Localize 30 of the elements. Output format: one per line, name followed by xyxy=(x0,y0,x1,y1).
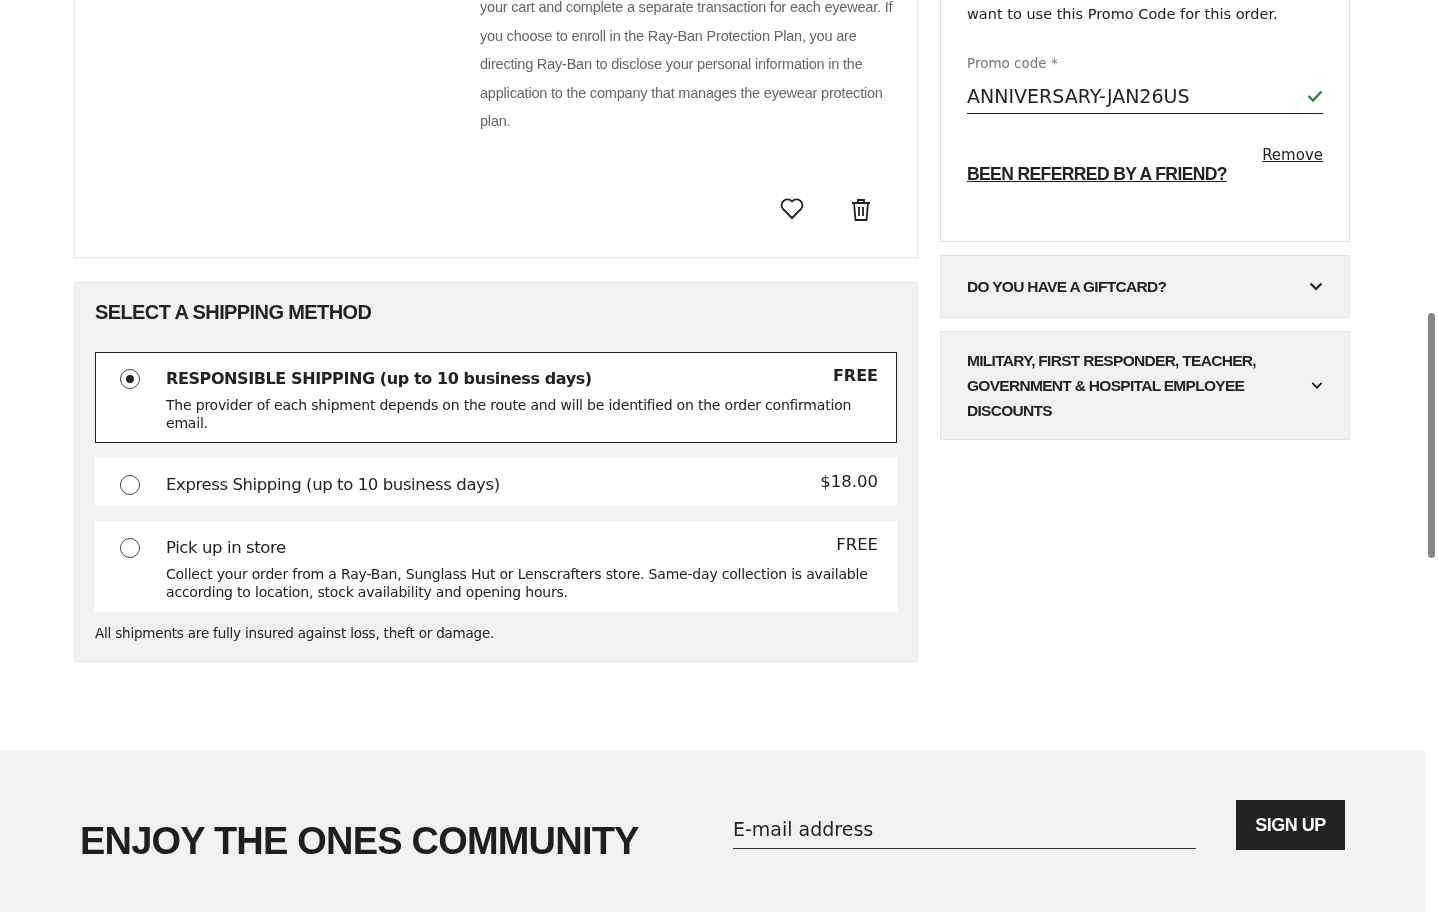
option-price: FREE xyxy=(832,366,878,387)
radio-button[interactable] xyxy=(120,538,140,558)
sign-up-button[interactable]: SIGN UP xyxy=(1236,800,1345,850)
option-price: $18.00 xyxy=(820,472,878,493)
option-description: The provider of each shipment depends on the route and will be identified on the order confirmation email. xyxy=(166,396,853,432)
accordion-header[interactable]: DO YOU HAVE A GIFTCARD? xyxy=(940,255,1350,318)
radio-button[interactable] xyxy=(120,369,140,389)
shipping-note: All shipments are fully insured against loss, theft or damage. xyxy=(95,625,496,641)
option-price: FREE xyxy=(836,535,878,556)
field-label: Promo code * xyxy=(967,55,1059,71)
remove-link[interactable]: Remove xyxy=(1262,146,1323,164)
promo-code-field[interactable]: ANNIVERSARY-JAN26US xyxy=(967,77,1323,114)
heart-icon[interactable] xyxy=(780,198,804,220)
shipping-option[interactable]: Pick up in store FREE Collect your order from a Ray-Ban, Sunglass Hut or Lenscrafters store. Same-day collection is available according to location, stock availability and opening hours. xyxy=(95,521,897,612)
accordion-header[interactable]: MILITARY, FIRST RESPONDER, TEACHER, GOVERNMENT & HOSPITAL EMPLOYEE DISCOUNTS xyxy=(940,331,1350,440)
radio-button[interactable] xyxy=(120,475,140,495)
promo-note: want to use this Promo Code for this order. xyxy=(967,6,1279,22)
trash-icon[interactable] xyxy=(850,198,872,222)
referral-link[interactable]: BEEN REFERRED BY A FRIEND? xyxy=(967,164,1227,185)
shipping-option[interactable]: RESPONSIBLE SHIPPING (up to 10 business days) FREE The provider of each shipment depends on the route and will be identified on the order confirmation email. xyxy=(95,352,897,443)
option-label: Express Shipping (up to 10 business days) xyxy=(166,475,500,494)
disclaimer-text: your cart and complete a separate transaction for each eyewear. If you choose to enroll in the Ray-Ban Protection Plan, you are directing Ray-Ban to disclose your personal information in the application to the company that manages the eyewear protection plan. xyxy=(480,0,894,131)
option-label: RESPONSIBLE SHIPPING (up to 10 business days) xyxy=(166,369,592,388)
email-field[interactable]: E-mail address xyxy=(733,810,1196,849)
section-title: SELECT A SHIPPING METHOD xyxy=(95,301,373,324)
newsletter-heading: ENJOY THE ONES COMMUNITY xyxy=(80,819,640,864)
option-description: Collect your order from a Ray-Ban, Sunglass Hut or Lenscrafters store. Same-day collection is available according to location, stock availability and opening hours. xyxy=(166,565,869,601)
shipping-option[interactable]: Express Shipping (up to 10 business days) $18.00 xyxy=(95,458,897,506)
option-label: Pick up in store xyxy=(166,538,286,557)
scrollbar-thumb[interactable] xyxy=(1428,313,1435,558)
